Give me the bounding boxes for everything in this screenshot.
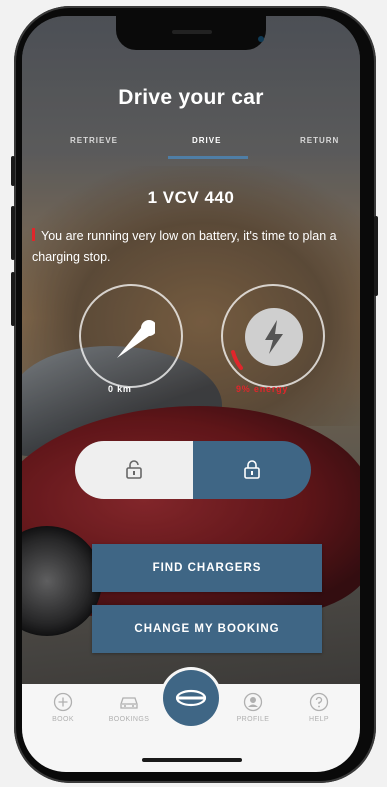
nav-item-profile[interactable]: PROFILE (224, 692, 282, 723)
tab-return[interactable]: RETURN (300, 136, 339, 145)
battery-warning: You are running very low on battery, it'… (32, 226, 352, 268)
battery-warning-text: You are running very low on battery, it'… (32, 229, 337, 264)
home-indicator (142, 758, 242, 762)
volume-down-button (11, 272, 15, 326)
nav-label-help: HELP (309, 716, 329, 723)
mute-switch (11, 156, 15, 186)
power-button (374, 216, 378, 296)
nav-label-book: BOOK (52, 716, 74, 723)
change-booking-button[interactable]: CHANGE MY BOOKING (92, 605, 322, 653)
nav-label-bookings: BOOKINGS (108, 716, 150, 723)
nav-item-book[interactable]: BOOK (34, 692, 92, 723)
lock-button[interactable] (193, 441, 311, 499)
help-icon (309, 692, 329, 712)
tab-drive[interactable]: DRIVE (192, 136, 221, 145)
speedometer-needle-icon (117, 320, 155, 358)
volume-up-button (11, 206, 15, 260)
nav-home-button[interactable] (163, 670, 219, 726)
car-icon (120, 697, 138, 709)
background-shade (22, 16, 360, 772)
brand-logo-icon (175, 689, 207, 707)
app-screen: Drive your car RETRIEVE DRIVE RETURN 1 V… (22, 16, 360, 772)
tab-retrieve[interactable]: RETRIEVE (70, 136, 118, 145)
find-chargers-button[interactable]: FIND CHARGERS (92, 544, 322, 592)
lightning-bolt-icon (265, 320, 283, 354)
warning-icon (32, 228, 35, 241)
energy-gauge (221, 284, 325, 388)
lock-toggle[interactable] (75, 441, 311, 499)
unlock-button[interactable] (75, 441, 193, 499)
energy-label: 9% energy (236, 384, 289, 394)
nav-item-bookings[interactable]: BOOKINGS (100, 692, 158, 723)
phone-speaker (172, 30, 212, 34)
energy-icon-circle (245, 308, 303, 366)
lock-icon (244, 460, 260, 479)
distance-label: 0 km (108, 384, 132, 394)
unlock-icon (126, 460, 142, 479)
phone-camera (258, 36, 264, 42)
license-plate: 1 VCV 440 (147, 188, 235, 207)
distance-gauge (79, 284, 183, 388)
active-tab-indicator (168, 156, 248, 159)
page-title: Drive your car (118, 86, 264, 109)
nav-label-profile: PROFILE (236, 716, 270, 723)
nav-item-help[interactable]: HELP (290, 692, 348, 723)
user-icon (243, 692, 263, 712)
plus-circle-icon (53, 692, 73, 712)
